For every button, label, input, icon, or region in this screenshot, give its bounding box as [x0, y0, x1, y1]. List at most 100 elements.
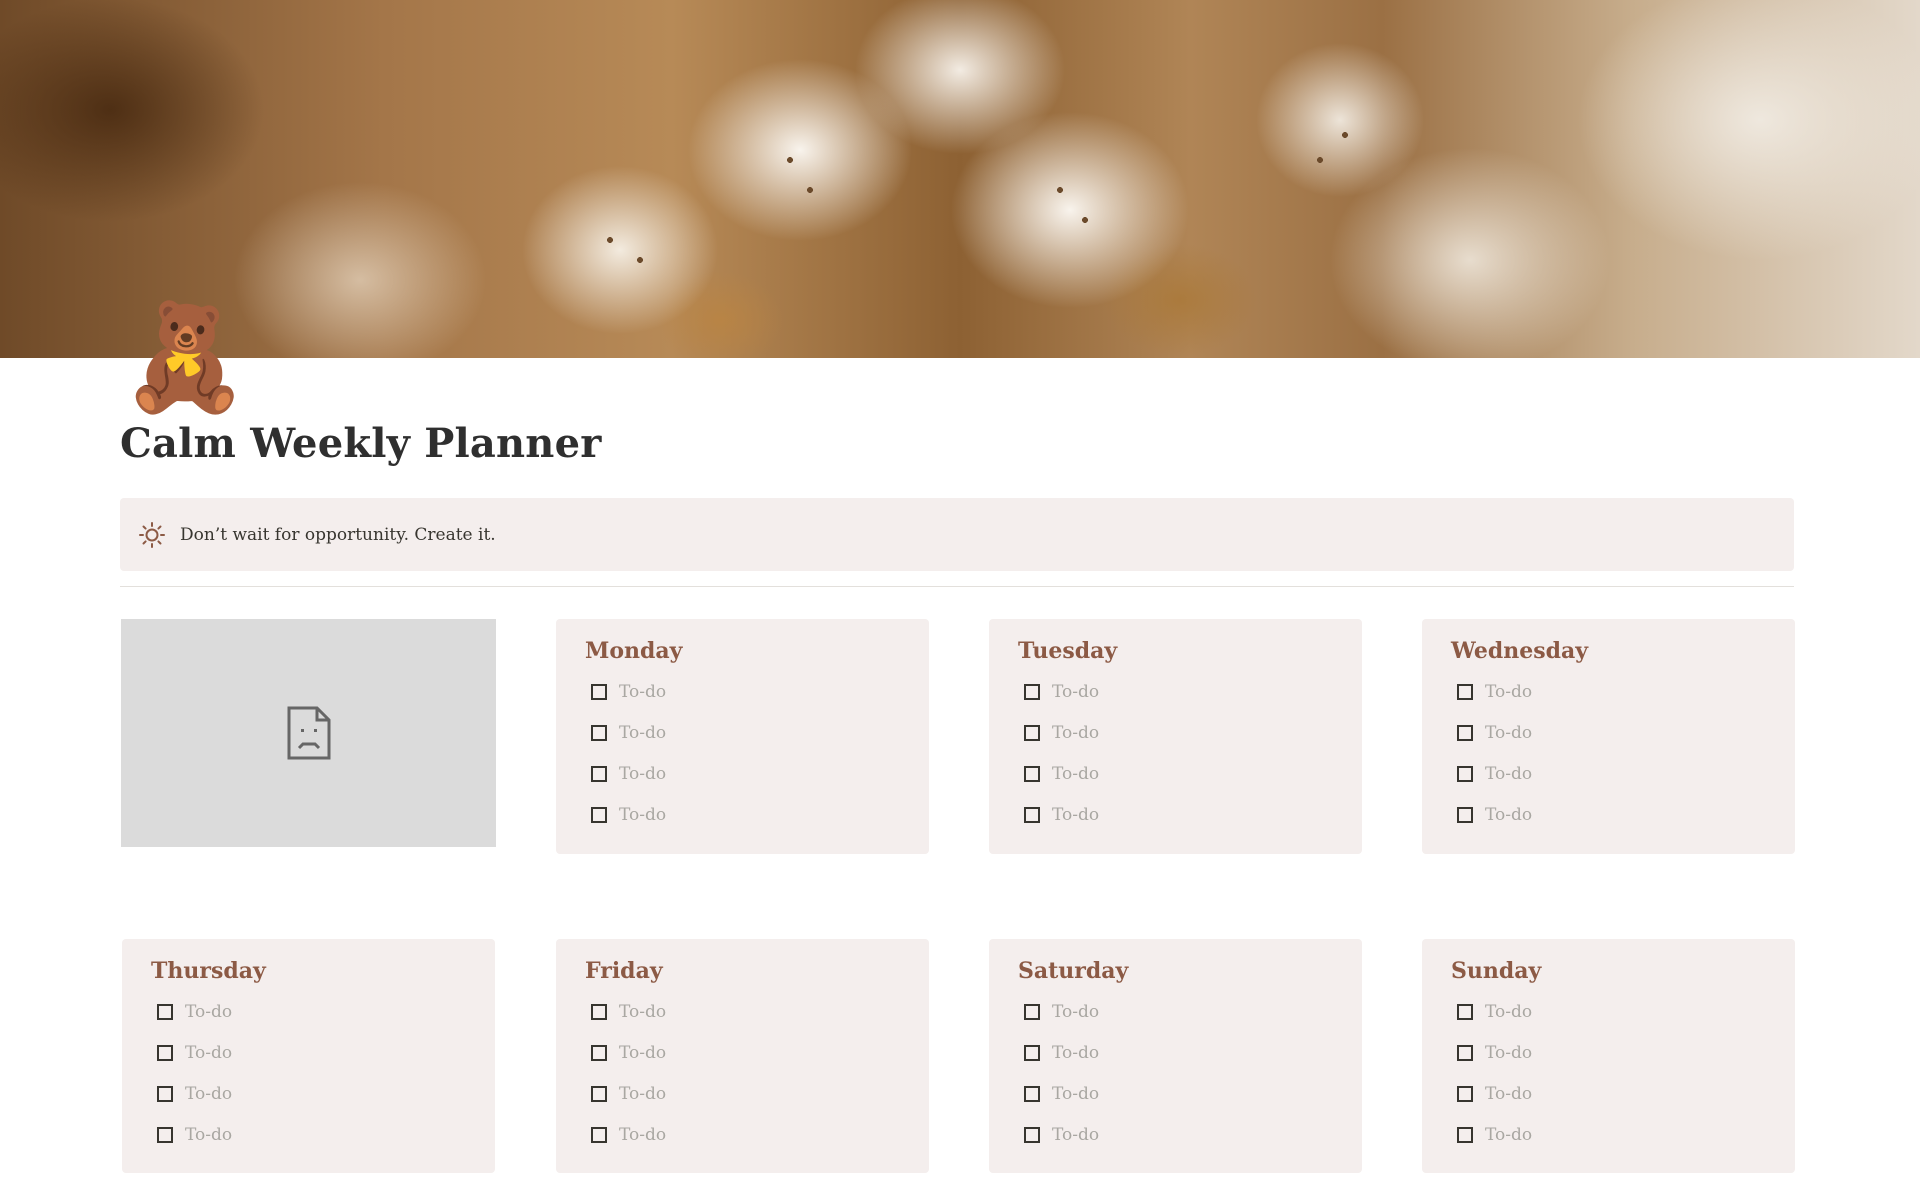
- todo-text[interactable]: To-do: [1485, 805, 1532, 825]
- todo-text[interactable]: To-do: [1485, 682, 1532, 702]
- day-title[interactable]: Tuesday: [1018, 637, 1362, 665]
- day-card-wednesday: Wednesday To-do To-do To-do To-do: [1422, 619, 1795, 854]
- sun-icon: [138, 521, 166, 549]
- todo-item: To-do: [1451, 753, 1795, 794]
- todo-text[interactable]: To-do: [619, 1125, 666, 1145]
- todo-item: To-do: [1018, 794, 1362, 835]
- todo-text[interactable]: To-do: [1052, 1043, 1099, 1063]
- todo-text[interactable]: To-do: [1052, 764, 1099, 784]
- todo-item: To-do: [151, 1032, 495, 1073]
- day-title[interactable]: Monday: [585, 637, 929, 665]
- todo-checkbox[interactable]: [1457, 1085, 1473, 1102]
- todo-item: To-do: [1451, 1073, 1795, 1114]
- todo-text[interactable]: To-do: [619, 764, 666, 784]
- todo-item: To-do: [585, 1114, 929, 1155]
- todo-item: To-do: [1018, 712, 1362, 753]
- day-card-sunday: Sunday To-do To-do To-do To-do: [1422, 939, 1795, 1173]
- callout-text[interactable]: Don’t wait for opportunity. Create it.: [180, 525, 496, 545]
- todo-text[interactable]: To-do: [1052, 1125, 1099, 1145]
- todo-text[interactable]: To-do: [1052, 1002, 1099, 1022]
- image-placeholder[interactable]: [121, 619, 496, 847]
- day-title[interactable]: Saturday: [1018, 957, 1362, 985]
- day-card-saturday: Saturday To-do To-do To-do To-do: [989, 939, 1362, 1173]
- todo-text[interactable]: To-do: [619, 1084, 666, 1104]
- todo-checkbox[interactable]: [591, 683, 607, 700]
- todo-text[interactable]: To-do: [1485, 1084, 1532, 1104]
- todo-item: To-do: [1451, 671, 1795, 712]
- todo-checkbox[interactable]: [1457, 806, 1473, 823]
- todo-item: To-do: [151, 1073, 495, 1114]
- todo-checkbox[interactable]: [1457, 765, 1473, 782]
- todo-checkbox[interactable]: [591, 1044, 607, 1061]
- todo-item: To-do: [151, 1114, 495, 1155]
- todo-text[interactable]: To-do: [1485, 1002, 1532, 1022]
- todo-text[interactable]: To-do: [619, 1002, 666, 1022]
- todo-checkbox[interactable]: [591, 1126, 607, 1143]
- day-title[interactable]: Thursday: [151, 957, 495, 985]
- todo-checkbox[interactable]: [1457, 1044, 1473, 1061]
- todo-checkbox[interactable]: [1457, 683, 1473, 700]
- todo-item: To-do: [585, 753, 929, 794]
- todo-text[interactable]: To-do: [1052, 682, 1099, 702]
- todo-text[interactable]: To-do: [1485, 1125, 1532, 1145]
- todo-checkbox[interactable]: [591, 724, 607, 741]
- todo-text[interactable]: To-do: [1485, 1043, 1532, 1063]
- todo-checkbox[interactable]: [1024, 1126, 1040, 1143]
- todo-text[interactable]: To-do: [1052, 805, 1099, 825]
- todo-item: To-do: [1451, 991, 1795, 1032]
- todo-checkbox[interactable]: [1457, 1003, 1473, 1020]
- todo-text[interactable]: To-do: [619, 723, 666, 743]
- todo-item: To-do: [585, 671, 929, 712]
- todo-item: To-do: [585, 794, 929, 835]
- todo-checkbox[interactable]: [591, 1003, 607, 1020]
- quote-callout[interactable]: Don’t wait for opportunity. Create it.: [120, 498, 1794, 571]
- todo-item: To-do: [585, 1032, 929, 1073]
- todo-text[interactable]: To-do: [1052, 1084, 1099, 1104]
- todo-checkbox[interactable]: [591, 765, 607, 782]
- todo-item: To-do: [585, 712, 929, 753]
- todo-checkbox[interactable]: [591, 1085, 607, 1102]
- day-card-thursday: Thursday To-do To-do To-do To-do: [122, 939, 495, 1173]
- cover-image: [0, 0, 1920, 358]
- todo-text[interactable]: To-do: [1485, 723, 1532, 743]
- todo-checkbox[interactable]: [1457, 724, 1473, 741]
- todo-checkbox[interactable]: [157, 1085, 173, 1102]
- day-title[interactable]: Wednesday: [1451, 637, 1795, 665]
- todo-checkbox[interactable]: [1024, 1044, 1040, 1061]
- todo-text[interactable]: To-do: [185, 1125, 232, 1145]
- todo-item: To-do: [1018, 1114, 1362, 1155]
- day-title[interactable]: Friday: [585, 957, 929, 985]
- todo-checkbox[interactable]: [1024, 1085, 1040, 1102]
- day-title[interactable]: Sunday: [1451, 957, 1795, 985]
- todo-checkbox[interactable]: [157, 1044, 173, 1061]
- todo-checkbox[interactable]: [157, 1126, 173, 1143]
- todo-item: To-do: [1451, 794, 1795, 835]
- todo-checkbox[interactable]: [1024, 724, 1040, 741]
- todo-item: To-do: [585, 991, 929, 1032]
- teddy-bear-icon[interactable]: 🧸: [120, 298, 250, 416]
- todo-text[interactable]: To-do: [619, 682, 666, 702]
- todo-text[interactable]: To-do: [185, 1043, 232, 1063]
- day-card-friday: Friday To-do To-do To-do To-do: [556, 939, 929, 1173]
- todo-checkbox[interactable]: [591, 806, 607, 823]
- broken-image-icon: [287, 706, 330, 760]
- todo-item: To-do: [1451, 1114, 1795, 1155]
- todo-item: To-do: [1451, 712, 1795, 753]
- divider: [120, 586, 1794, 587]
- todo-text[interactable]: To-do: [619, 805, 666, 825]
- todo-text[interactable]: To-do: [1052, 723, 1099, 743]
- todo-text[interactable]: To-do: [185, 1084, 232, 1104]
- todo-checkbox[interactable]: [1024, 806, 1040, 823]
- todo-text[interactable]: To-do: [185, 1002, 232, 1022]
- todo-text[interactable]: To-do: [619, 1043, 666, 1063]
- todo-item: To-do: [1018, 753, 1362, 794]
- todo-item: To-do: [151, 991, 495, 1032]
- todo-checkbox[interactable]: [1457, 1126, 1473, 1143]
- todo-checkbox[interactable]: [1024, 1003, 1040, 1020]
- todo-text[interactable]: To-do: [1485, 764, 1532, 784]
- cover-flower-detail: [0, 0, 1920, 358]
- todo-checkbox[interactable]: [157, 1003, 173, 1020]
- page-title[interactable]: Calm Weekly Planner: [120, 418, 602, 470]
- todo-checkbox[interactable]: [1024, 765, 1040, 782]
- todo-checkbox[interactable]: [1024, 683, 1040, 700]
